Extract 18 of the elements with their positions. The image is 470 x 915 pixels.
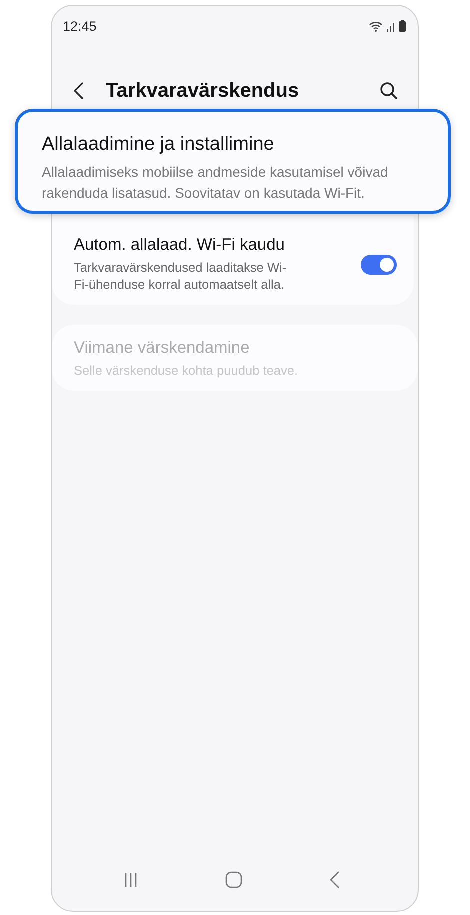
home-icon[interactable] [225,871,243,889]
battery-icon [399,20,406,32]
callout-title: Allalaadimine ja installimine [42,134,276,156]
page-title: Tarkvaravärskendus [106,80,300,102]
callout-description: Allalaadimiseks mobiilse andmeside kasutamisel võivad rakenduda lisatasud. Soovitatav on kasutada Wi-Fit. [42,163,390,203]
settings-card[interactable]: Autom. allalaad. Wi-Fi kaudu Tarkvaravärskendused laaditakse Wi-Fi-ühenduse korral automaatselt alla. [52,216,414,305]
setting-description: Selle värskenduse kohta puudub teave. [74,362,300,379]
wifi-icon [369,21,383,32]
search-button[interactable] [380,82,398,100]
status-time: 12:45 [63,18,97,34]
signal-icon [386,22,396,32]
setting-title: Autom. allalaad. Wi-Fi kaudu [74,236,286,255]
back-button[interactable] [74,82,84,100]
setting-title: Viimane värskendamine [74,339,251,358]
recent-apps-icon[interactable] [124,872,138,888]
toggle-switch[interactable] [361,254,397,274]
back-icon[interactable] [330,871,340,889]
setting-description: Tarkvaravärskendused laaditakse Wi-Fi-ühenduse korral automaatselt alla. [74,259,288,293]
